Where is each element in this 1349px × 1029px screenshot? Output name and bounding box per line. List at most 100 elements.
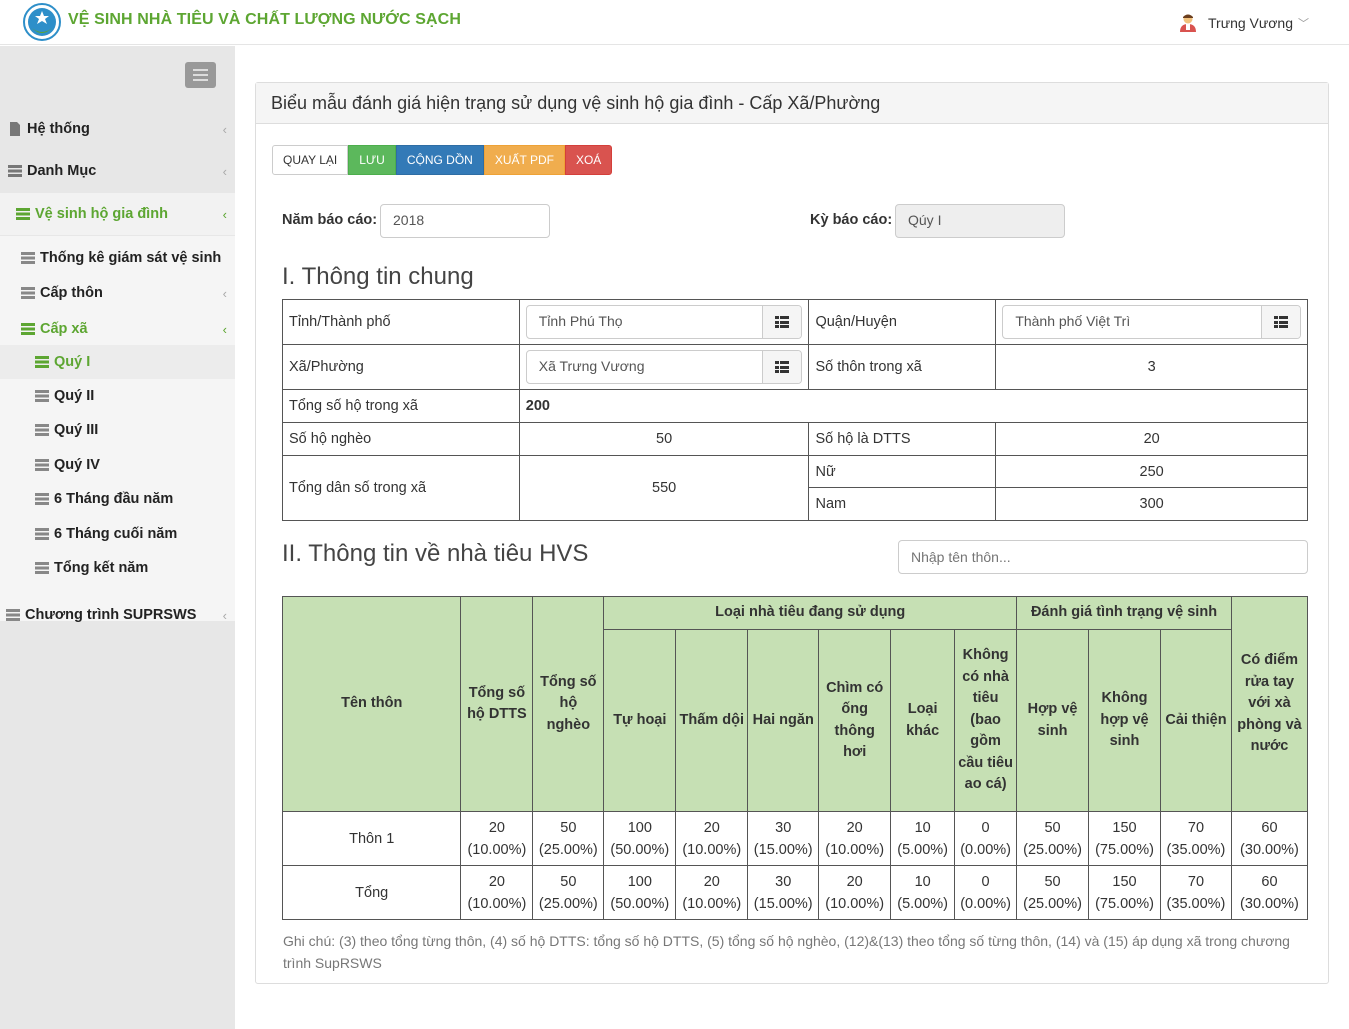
cell-count: 30 bbox=[775, 819, 792, 836]
data-cell: 50 (25.00%) bbox=[1016, 811, 1090, 866]
sidebar-item-quy-1[interactable]: Quý I bbox=[0, 345, 235, 379]
data-cell: 100 (50.00%) bbox=[603, 865, 677, 920]
user-menu[interactable]: Trưng Vương ﹀ bbox=[1178, 13, 1309, 33]
villages-value: 3 bbox=[995, 344, 1308, 390]
sidebar-item-label: Quý IV bbox=[54, 457, 100, 473]
user-avatar-icon bbox=[1180, 14, 1196, 32]
cell-count: 70 bbox=[1187, 873, 1205, 890]
cell-percent: (35.00%) bbox=[1166, 895, 1226, 912]
cell-count: 50 bbox=[560, 819, 577, 836]
sidebar-item-label: Tổng kết năm bbox=[54, 560, 149, 576]
panel-title: Biểu mẫu đánh giá hiện trạng sử dụng vệ … bbox=[256, 83, 1328, 124]
back-button[interactable]: QUAY LẠI bbox=[272, 145, 349, 175]
district-select[interactable]: Thành phố Việt Trì bbox=[1002, 305, 1301, 339]
province-label: Tỉnh/Thành phố bbox=[282, 299, 520, 345]
sidebar-toggle-button[interactable] bbox=[185, 62, 216, 88]
delete-button[interactable]: XOÁ bbox=[564, 145, 613, 175]
header-toilet-type: Loại nhà tiêu đang sử dụng bbox=[603, 596, 1018, 630]
list-icon bbox=[35, 356, 49, 368]
user-name: Trưng Vương bbox=[1208, 15, 1293, 31]
table-row: Thôn 1 20 (10.00%) 50 (25.00%) 100 (50.00%) 20(… bbox=[281, 811, 1309, 866]
header-other: Loại khác bbox=[890, 629, 956, 812]
cell-percent: (5.00%) bbox=[897, 895, 949, 912]
sidebar-item-quy-4[interactable]: Quý IV bbox=[0, 455, 235, 475]
province-select[interactable]: Tỉnh Phú Thọ bbox=[525, 305, 803, 339]
sidebar: Hệ thống ‹ Danh Mục ‹ Vệ sinh hộ gia đìn… bbox=[0, 46, 235, 1029]
sidebar-item-label: Quý I bbox=[54, 354, 91, 370]
list-icon bbox=[35, 493, 49, 505]
chevron-left-icon: ‹ bbox=[222, 607, 227, 623]
chevron-left-icon: ‹ bbox=[222, 121, 227, 137]
cell-count: 10 bbox=[914, 819, 931, 836]
cell-count: 50 bbox=[560, 873, 577, 890]
cell-percent: (0.00%) bbox=[960, 841, 1011, 858]
sidebar-item-label: Thống kê giám sát vệ sinh bbox=[40, 250, 222, 266]
data-cell: 20 (10.00%) bbox=[675, 865, 749, 920]
cell-percent: (25.00%) bbox=[538, 895, 598, 912]
list-button[interactable] bbox=[762, 306, 802, 338]
list-icon bbox=[35, 424, 49, 436]
data-cell: 20 (10.00%) bbox=[818, 811, 892, 866]
data-cell: 60 (30.00%) bbox=[1230, 865, 1309, 920]
list-icon bbox=[21, 252, 35, 264]
data-cell: 10 (5.00%) bbox=[890, 865, 956, 920]
year-input[interactable]: 2018 bbox=[380, 204, 550, 238]
sidebar-item-thong-ke[interactable]: Thống kê giám sát vệ sinh bbox=[0, 248, 235, 268]
cell-count: 20 bbox=[846, 819, 863, 836]
header-dtts: Tổng số hộ DTTS bbox=[460, 596, 534, 812]
sum-button[interactable]: CỘNG DỒN bbox=[395, 145, 484, 175]
list-button[interactable] bbox=[762, 351, 802, 383]
cell-count: 150 bbox=[1112, 819, 1137, 836]
sidebar-item-label: 6 Tháng đầu năm bbox=[54, 491, 174, 507]
data-cell: 60 (30.00%) bbox=[1230, 811, 1309, 866]
data-cell: 20 (10.00%) bbox=[675, 811, 749, 866]
data-cell: 50 (25.00%) bbox=[532, 865, 605, 920]
village-search-input[interactable] bbox=[898, 540, 1308, 574]
cell-count: 10 bbox=[914, 873, 931, 890]
logo-icon[interactable] bbox=[22, 2, 62, 42]
female-label: Nữ bbox=[808, 455, 997, 488]
cell-count: 60 bbox=[1261, 873, 1278, 890]
ethnic-value: 20 bbox=[995, 422, 1308, 456]
chevron-down-icon: ‹ bbox=[222, 206, 227, 222]
export-pdf-button[interactable]: XUẤT PDF bbox=[483, 145, 565, 175]
sidebar-item-suprsws[interactable]: Chương trình SUPRSWS ‹ bbox=[0, 605, 235, 625]
commune-select[interactable]: Xã Trưng Vương bbox=[525, 350, 803, 384]
table-row: Tổng 20 (10.00%) 50 (25.00%) 100 (50.00%) 20 (10… bbox=[281, 865, 1309, 920]
action-buttons: QUAY LẠI LƯU CỘNG DỒN XUẤT PDF XOÁ bbox=[272, 145, 613, 175]
commune-value: Xã Trưng Vương bbox=[538, 358, 645, 374]
header-improved: Cải thiện bbox=[1159, 629, 1232, 812]
data-cell: 10 (5.00%) bbox=[890, 811, 956, 866]
cell-count: 20 bbox=[846, 873, 863, 890]
sidebar-item-cap-thon[interactable]: Cấp thôn ‹ bbox=[0, 283, 235, 303]
poor-label: Số hộ nghèo bbox=[282, 422, 520, 456]
save-button[interactable]: LƯU bbox=[348, 145, 396, 175]
sidebar-item-ve-sinh-ho-gia-dinh[interactable]: Vệ sinh hộ gia đình ‹ bbox=[0, 193, 235, 235]
sidebar-item-label: Cấp thôn bbox=[40, 285, 103, 301]
cell-count: 20 bbox=[488, 873, 505, 890]
header-vent: Chìm có ống thông hơi bbox=[818, 629, 892, 812]
cell-count: 20 bbox=[488, 819, 505, 836]
list-button[interactable] bbox=[1261, 306, 1300, 338]
header-double: Hai ngăn bbox=[747, 629, 820, 812]
section-toilet-title: II. Thông tin về nhà tiêu HVS bbox=[282, 540, 589, 567]
population-label: Tổng dân số trong xã bbox=[282, 455, 520, 521]
sidebar-item-label: Chương trình SUPRSWS bbox=[25, 607, 197, 623]
male-label: Nam bbox=[808, 487, 997, 521]
data-cell: 50 (25.00%) bbox=[532, 811, 605, 866]
sidebar-item-quy-2[interactable]: Quý II bbox=[0, 386, 235, 406]
sidebar-item-cap-xa[interactable]: Cấp xã ‹ bbox=[0, 313, 235, 345]
sidebar-item-he-thong[interactable]: Hệ thống ‹ bbox=[0, 119, 235, 139]
sidebar-item-danh-muc[interactable]: Danh Mục ‹ bbox=[0, 161, 235, 181]
sidebar-item-6-thang-cuoi[interactable]: 6 Tháng cuối năm bbox=[0, 524, 235, 544]
list-icon bbox=[775, 361, 790, 373]
sidebar-item-6-thang-dau[interactable]: 6 Tháng đầu năm bbox=[0, 489, 235, 509]
cell-percent: (5.00%) bbox=[897, 841, 949, 858]
data-cell: 0 (0.00%) bbox=[954, 811, 1018, 866]
general-info-table: Tỉnh/Thành phố Tỉnh Phú Thọ Quận/Huyện T… bbox=[282, 299, 1309, 521]
sidebar-item-tong-ket[interactable]: Tổng kết năm bbox=[0, 558, 235, 578]
header-unhygienic: Không hợp vệ sinh bbox=[1088, 629, 1161, 812]
sidebar-item-quy-3[interactable]: Quý III bbox=[0, 420, 235, 440]
data-cell: 30 (15.00%) bbox=[747, 811, 820, 866]
population-value: 550 bbox=[518, 455, 810, 521]
